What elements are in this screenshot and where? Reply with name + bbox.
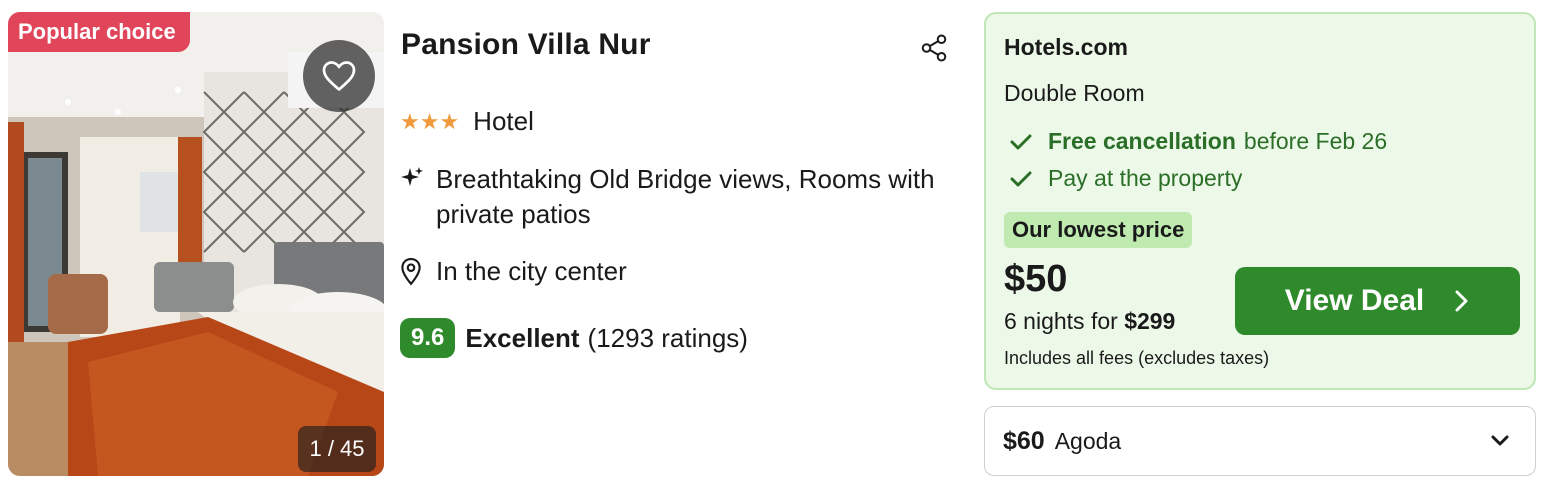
- checkmark-icon: [1010, 133, 1048, 151]
- lowest-price-badge: Our lowest price: [1004, 212, 1193, 248]
- rating-row[interactable]: 9.6 Excellent (1293 ratings): [400, 318, 748, 358]
- hotel-location: In the city center: [436, 256, 627, 286]
- room-type: Double Room: [1004, 80, 1145, 106]
- free-cancellation-perk: Free cancellation before Feb 26: [1010, 128, 1387, 155]
- hotel-highlights: Breathtaking Old Bridge views, Rooms wit…: [436, 164, 935, 229]
- chevron-right-icon: [1455, 290, 1468, 312]
- rating-label: Excellent: [465, 322, 580, 353]
- other-offer-dropdown[interactable]: $60 Agoda: [984, 406, 1536, 476]
- total-price: $299: [1124, 308, 1176, 334]
- review-score-badge: 9.6: [400, 318, 456, 358]
- nightly-price: $50: [1004, 258, 1068, 300]
- best-deal-panel[interactable]: Hotels.com Double Room Free cancellation…: [984, 12, 1536, 390]
- location-pin-icon: [400, 257, 436, 286]
- popular-choice-badge: Popular choice: [8, 12, 190, 52]
- rating-count: (1293 ratings): [587, 322, 748, 353]
- share-button[interactable]: [916, 30, 952, 66]
- chevron-down-icon: [1491, 435, 1509, 446]
- hotel-result-card: Popular choice 1 / 45 Pansion Villa Nur …: [0, 0, 1548, 490]
- favorite-button[interactable]: [303, 40, 375, 112]
- share-icon: [921, 34, 947, 62]
- highlights-row: Breathtaking Old Bridge views, Rooms wit…: [400, 162, 956, 232]
- pay-at-property-perk: Pay at the property: [1010, 165, 1242, 192]
- heart-icon: [322, 61, 356, 91]
- view-deal-label: View Deal: [1284, 284, 1425, 317]
- checkmark-icon: [1010, 170, 1048, 188]
- deal-provider: Hotels.com: [1004, 34, 1128, 60]
- photo-counter: 1 / 45: [298, 426, 376, 472]
- star-rating: ★★★: [400, 108, 460, 134]
- total-price-line: 6 nights for $299: [1004, 308, 1175, 335]
- nights-prefix: 6 nights for: [1004, 308, 1118, 334]
- fees-note: Includes all fees (excludes taxes): [1004, 348, 1270, 368]
- hotel-name[interactable]: Pansion Villa Nur: [401, 28, 651, 62]
- hotel-class-row: ★★★ Hotel: [400, 106, 534, 137]
- pay-at-property-label: Pay at the property: [1048, 165, 1243, 191]
- view-deal-button[interactable]: View Deal: [1235, 267, 1520, 335]
- other-offer-price: $60: [1003, 426, 1045, 455]
- free-cancellation-label: Free cancellation: [1048, 128, 1236, 154]
- location-row: In the city center: [400, 256, 627, 287]
- free-cancellation-deadline: before Feb 26: [1243, 128, 1388, 154]
- sparkle-icon: [400, 162, 436, 190]
- other-offer-provider: Agoda: [1054, 427, 1122, 454]
- hotel-photo[interactable]: Popular choice 1 / 45: [8, 12, 384, 476]
- hotel-type: Hotel: [473, 106, 534, 136]
